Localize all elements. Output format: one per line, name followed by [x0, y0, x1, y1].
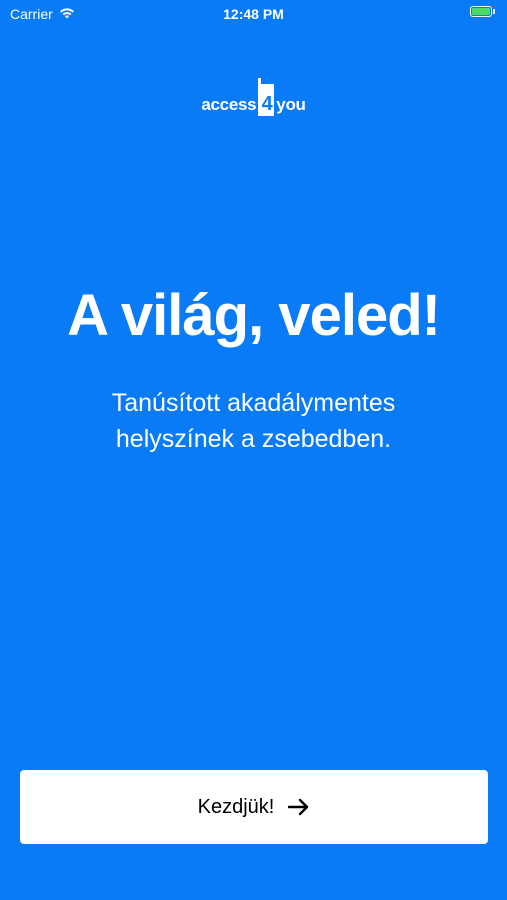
logo-text-left: access — [201, 95, 257, 114]
battery-cap — [493, 9, 495, 14]
start-button[interactable]: Kezdjük! — [20, 770, 488, 844]
subtitle: Tanúsított akadálymentes helyszínek a zs… — [0, 385, 507, 457]
status-right — [470, 6, 495, 17]
battery-level — [472, 8, 490, 15]
status-time: 12:48 PM — [223, 6, 284, 22]
logo-badge: 4 — [257, 78, 275, 116]
subtitle-line-1: Tanúsított akadálymentes — [111, 389, 396, 417]
status-bar: Carrier 12:48 PM — [0, 0, 507, 28]
arrow-right-icon — [288, 798, 310, 816]
subtitle-line-2: helyszínek a zsebedben. — [115, 425, 392, 453]
logo-badge-text: 4 — [262, 93, 274, 115]
start-button-label: Kezdjük! — [197, 795, 275, 818]
page-title: A világ, veled! — [67, 283, 441, 348]
app-logo: access 4 you — [0, 78, 507, 116]
battery-icon — [470, 6, 492, 17]
logo-text-right: you — [276, 95, 306, 114]
